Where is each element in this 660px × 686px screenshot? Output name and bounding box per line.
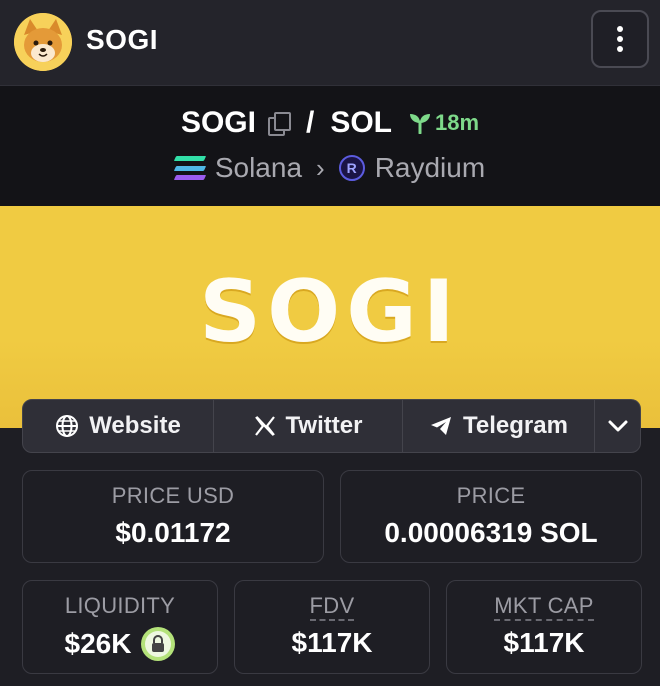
liquidity-value: $26K	[64, 628, 132, 659]
market-cap-value: $117K	[503, 627, 585, 658]
pair-separator: /	[305, 106, 315, 139]
twitter-link[interactable]: Twitter	[214, 400, 403, 452]
menu-button[interactable]	[591, 10, 649, 68]
dex-name[interactable]: Raydium	[375, 152, 485, 184]
shiba-dog-icon	[14, 13, 72, 71]
fdv-value: $117K	[291, 627, 373, 658]
price-usd-card: PRICE USD $0.01172	[22, 470, 324, 563]
chain-breadcrumb: Solana › R Raydium	[0, 152, 660, 184]
app-title: SOGI	[86, 24, 159, 55]
fdv-label[interactable]: FDV	[309, 593, 355, 621]
price-value: 0.00006319 SOL	[384, 517, 598, 548]
liquidity-card: LIQUIDITY $26K	[22, 580, 218, 674]
menu-dot	[617, 46, 623, 52]
raydium-icon: R	[338, 155, 365, 181]
telegram-icon	[431, 417, 452, 435]
more-links-button[interactable]	[595, 400, 640, 452]
price-usd-label: PRICE USD	[111, 483, 235, 508]
pair-header: SOGI / SOL 18m Solana › R Raydium	[0, 86, 660, 206]
copy-icon[interactable]	[267, 112, 291, 136]
twitter-link-label: Twitter	[285, 412, 363, 439]
chain-name[interactable]: Solana	[215, 152, 302, 184]
price-label: PRICE	[456, 483, 526, 508]
social-links-bar: Website Twitter Telegram	[22, 399, 641, 453]
seedling-icon	[409, 114, 430, 134]
price-usd-value: $0.01172	[115, 517, 231, 548]
market-cap-label[interactable]: MKT CAP	[494, 593, 594, 621]
base-token-symbol: SOGI	[180, 106, 256, 139]
banner-text: SOGI	[199, 262, 461, 362]
lock-icon	[152, 635, 165, 652]
liquidity-lock-badge[interactable]	[141, 627, 176, 661]
x-logo-icon	[254, 416, 275, 436]
solana-icon	[173, 156, 206, 180]
fdv-card: FDV $117K	[234, 580, 430, 674]
menu-dot	[617, 36, 623, 42]
pair-age: 18m	[434, 110, 480, 135]
market-cap-card: MKT CAP $117K	[446, 580, 642, 674]
pair-title: SOGI / SOL 18m	[0, 106, 660, 140]
globe-icon	[56, 415, 79, 437]
chevron-down-icon	[608, 420, 627, 432]
price-card: PRICE 0.00006319 SOL	[340, 470, 642, 563]
telegram-link[interactable]: Telegram	[403, 400, 595, 452]
token-avatar[interactable]	[14, 13, 72, 71]
chevron-right-icon: ›	[316, 152, 325, 183]
top-bar: SOGI	[0, 0, 660, 86]
website-link-label: Website	[89, 412, 181, 439]
telegram-link-label: Telegram	[463, 412, 568, 439]
quote-token-symbol: SOL	[330, 106, 392, 139]
liquidity-label: LIQUIDITY	[64, 593, 176, 618]
menu-dot	[617, 26, 623, 32]
website-link[interactable]: Website	[23, 400, 214, 452]
pair-age-badge: 18m	[408, 110, 479, 136]
token-banner: SOGI	[0, 206, 660, 428]
